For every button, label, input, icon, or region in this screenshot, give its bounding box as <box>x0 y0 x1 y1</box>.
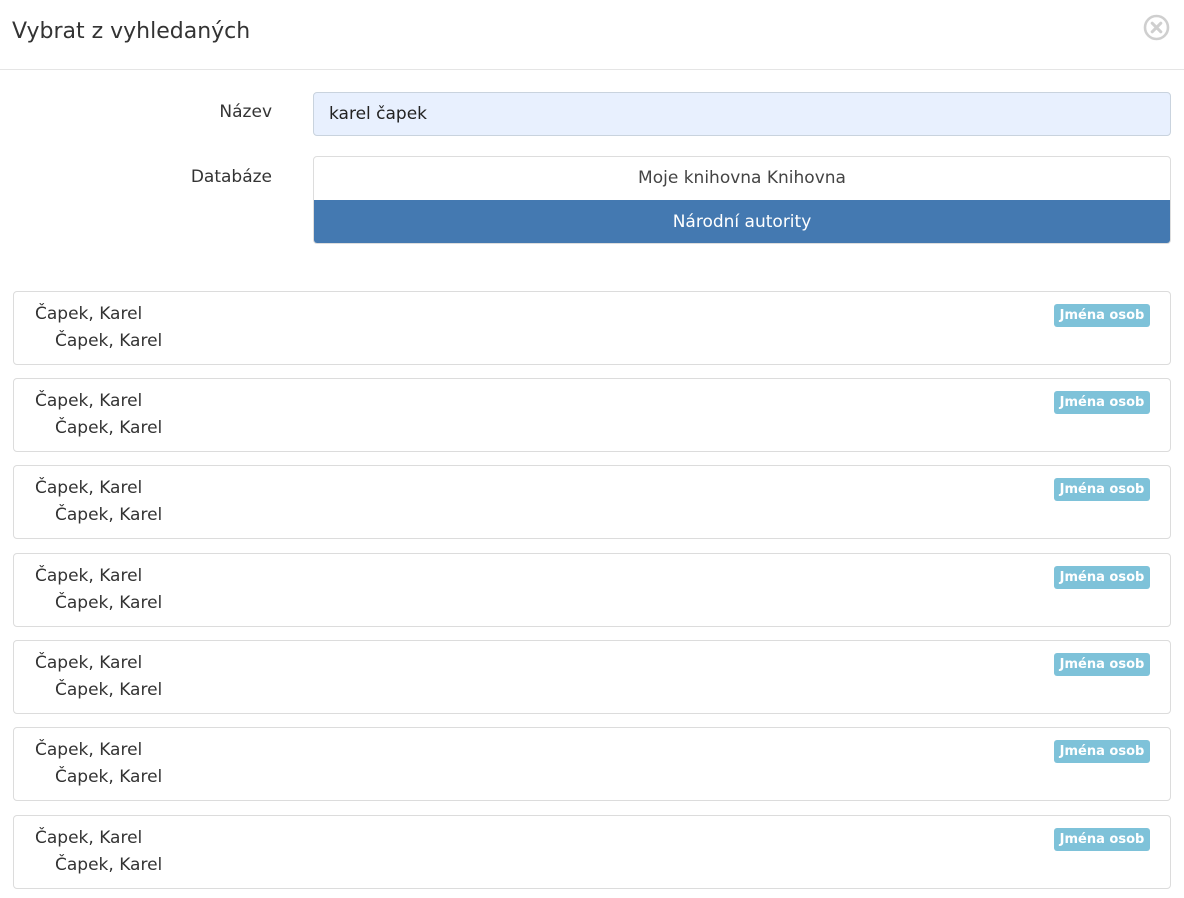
result-primary-name: Čapek, Karel <box>35 828 143 848</box>
result-type-badge: Jména osob <box>1054 740 1150 763</box>
result-type-badge: Jména osob <box>1054 391 1150 414</box>
result-type-badge: Jména osob <box>1054 478 1150 501</box>
result-primary-name: Čapek, Karel <box>35 653 143 673</box>
database-label: Databáze <box>190 167 272 187</box>
result-secondary-name: Čapek, Karel <box>55 418 163 438</box>
result-item[interactable]: Čapek, Karel Čapek, Karel Jména osob <box>13 465 1171 539</box>
database-option-my-library[interactable]: Moje knihovna Knihovna <box>314 157 1170 200</box>
result-item[interactable]: Čapek, Karel Čapek, Karel Jména osob <box>13 815 1171 889</box>
database-select[interactable]: Moje knihovna Knihovna Národní autority <box>313 156 1171 244</box>
result-secondary-name: Čapek, Karel <box>55 855 163 875</box>
result-primary-name: Čapek, Karel <box>35 740 143 760</box>
result-secondary-name: Čapek, Karel <box>55 767 163 787</box>
close-button[interactable] <box>1143 14 1170 41</box>
result-item[interactable]: Čapek, Karel Čapek, Karel Jména osob <box>13 640 1171 714</box>
close-circle-icon <box>1143 14 1170 41</box>
database-option-national-authorities[interactable]: Národní autority <box>314 200 1170 243</box>
result-primary-name: Čapek, Karel <box>35 304 143 324</box>
result-type-badge: Jména osob <box>1054 304 1150 327</box>
dialog-header: Vybrat z vyhledaných <box>0 0 1184 70</box>
result-type-badge: Jména osob <box>1054 566 1150 589</box>
result-item[interactable]: Čapek, Karel Čapek, Karel Jména osob <box>13 378 1171 452</box>
result-secondary-name: Čapek, Karel <box>55 593 163 613</box>
result-item[interactable]: Čapek, Karel Čapek, Karel Jména osob <box>13 727 1171 801</box>
result-primary-name: Čapek, Karel <box>35 478 143 498</box>
name-label: Název <box>219 102 272 122</box>
result-primary-name: Čapek, Karel <box>35 566 143 586</box>
result-type-badge: Jména osob <box>1054 828 1150 851</box>
result-primary-name: Čapek, Karel <box>35 391 143 411</box>
name-input[interactable] <box>313 92 1171 136</box>
result-secondary-name: Čapek, Karel <box>55 331 163 351</box>
result-type-badge: Jména osob <box>1054 653 1150 676</box>
result-item[interactable]: Čapek, Karel Čapek, Karel Jména osob <box>13 553 1171 627</box>
result-item[interactable]: Čapek, Karel Čapek, Karel Jména osob <box>13 291 1171 365</box>
dialog-title: Vybrat z vyhledaných <box>12 19 251 44</box>
result-secondary-name: Čapek, Karel <box>55 680 163 700</box>
select-from-search-dialog: Vybrat z vyhledaných Název Databáze Moje… <box>0 0 1184 898</box>
result-secondary-name: Čapek, Karel <box>55 505 163 525</box>
